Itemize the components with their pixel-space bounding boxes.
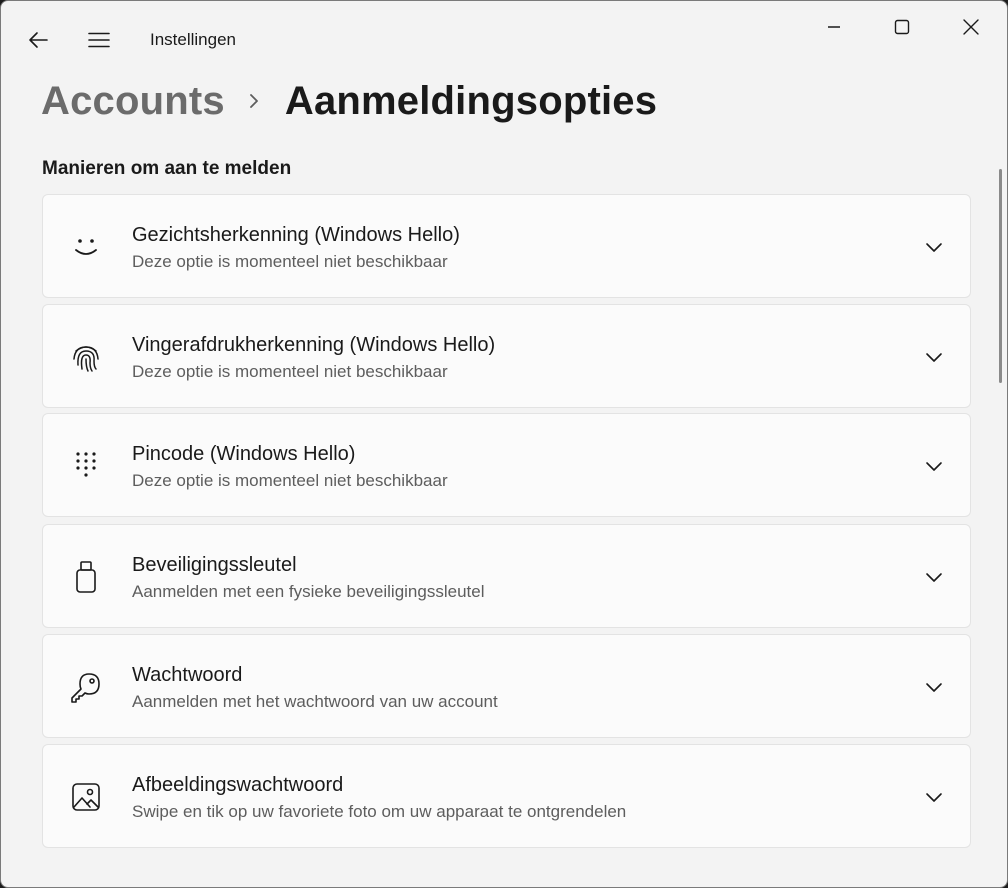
fingerprint-icon: [65, 337, 107, 377]
option-description: Deze optie is momenteel niet beschikbaar: [132, 471, 448, 490]
close-icon: [963, 19, 979, 35]
option-face-recognition[interactable]: Gezichtsherkenning (Windows Hello) Deze …: [42, 194, 971, 298]
minimize-button[interactable]: [809, 7, 859, 47]
settings-window: Instellingen Accounts Aanmeldingsopties …: [0, 0, 1008, 888]
option-password[interactable]: Wachtwoord Aanmelden met het wachtwoord …: [42, 634, 971, 738]
back-button[interactable]: [19, 21, 57, 59]
vertical-scrollbar[interactable]: [999, 169, 1002, 383]
option-title: Beveiligingssleutel: [132, 554, 297, 576]
maximize-button[interactable]: [877, 7, 927, 47]
chevron-down-icon[interactable]: [919, 565, 949, 589]
option-description: Aanmelden met een fysieke beveiligingssl…: [132, 582, 485, 601]
hamburger-icon: [88, 32, 110, 48]
title-bar: Instellingen: [1, 1, 1007, 77]
breadcrumb: Accounts Aanmeldingsopties: [41, 73, 657, 129]
app-title: Instellingen: [150, 30, 237, 49]
option-description: Deze optie is momenteel niet beschikbaar: [132, 362, 448, 381]
option-pin[interactable]: Pincode (Windows Hello) Deze optie is mo…: [42, 413, 971, 517]
pin-keypad-icon: [65, 446, 107, 486]
option-title: Pincode (Windows Hello): [132, 443, 356, 465]
option-description: Swipe en tik op uw favoriete foto om uw …: [132, 802, 627, 821]
option-title: Afbeeldingswachtwoord: [132, 774, 344, 796]
navigation-menu-button[interactable]: [79, 21, 119, 59]
breadcrumb-parent-link[interactable]: Accounts: [41, 79, 225, 124]
chevron-right-icon: [249, 93, 259, 109]
key-icon: [65, 667, 107, 707]
option-picture-password[interactable]: Afbeeldingswachtwoord Swipe en tik op uw…: [42, 744, 971, 848]
section-title: Manieren om aan te melden: [42, 158, 292, 179]
maximize-icon: [894, 19, 910, 35]
minimize-icon: [828, 26, 840, 28]
chevron-down-icon[interactable]: [919, 785, 949, 809]
page-title: Aanmeldingsopties: [284, 78, 658, 123]
chevron-down-icon[interactable]: [919, 345, 949, 369]
picture-icon: [65, 777, 107, 817]
usb-key-icon: [65, 557, 107, 597]
option-title: Vingerafdrukherkenning (Windows Hello): [132, 334, 496, 356]
face-icon: [65, 227, 107, 267]
back-arrow-icon: [29, 32, 48, 48]
option-title: Wachtwoord: [132, 664, 243, 686]
option-description: Aanmelden met het wachtwoord van uw acco…: [132, 692, 498, 711]
chevron-down-icon[interactable]: [919, 235, 949, 259]
option-security-key[interactable]: Beveiligingssleutel Aanmelden met een fy…: [42, 524, 971, 628]
close-button[interactable]: [946, 7, 996, 47]
option-fingerprint-recognition[interactable]: Vingerafdrukherkenning (Windows Hello) D…: [42, 304, 971, 408]
chevron-down-icon[interactable]: [919, 675, 949, 699]
option-description: Deze optie is momenteel niet beschikbaar: [132, 252, 448, 271]
chevron-down-icon[interactable]: [919, 454, 949, 478]
option-title: Gezichtsherkenning (Windows Hello): [132, 224, 460, 246]
